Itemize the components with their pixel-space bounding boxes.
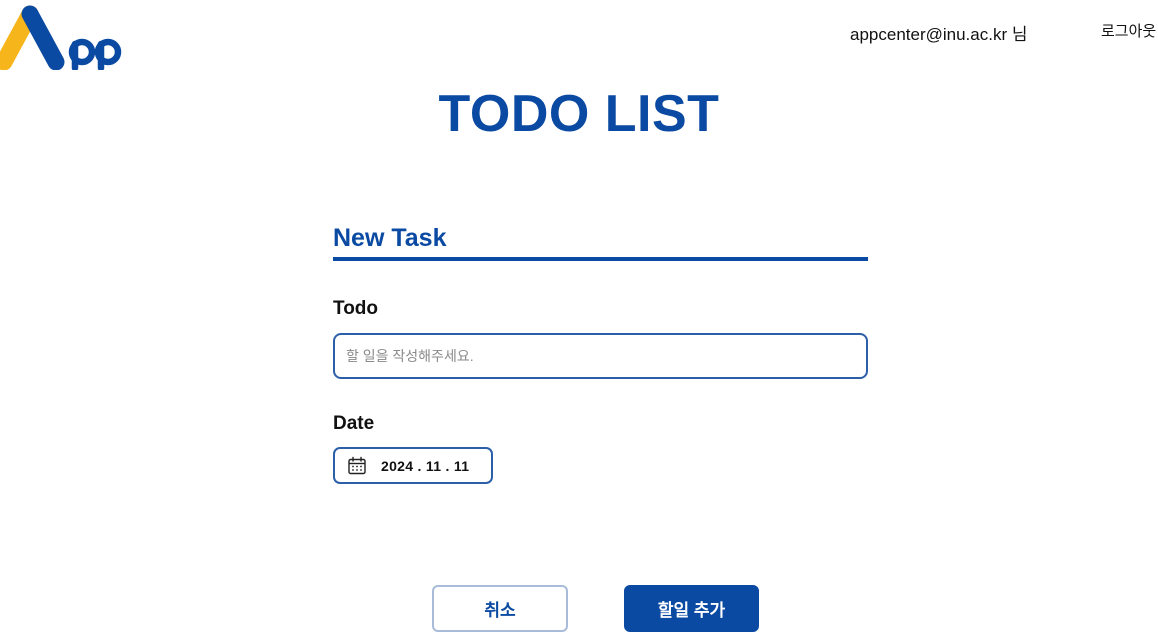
section-title: New Task bbox=[333, 224, 447, 252]
app-logo[interactable] bbox=[0, 4, 125, 70]
section-divider bbox=[333, 257, 868, 261]
page-title: TODO LIST bbox=[438, 85, 720, 143]
cancel-button[interactable]: 취소 bbox=[432, 585, 568, 632]
calendar-icon bbox=[348, 456, 366, 474]
date-picker[interactable]: 2024 . 11 . 11 bbox=[333, 447, 493, 484]
todo-input[interactable] bbox=[333, 333, 868, 379]
date-label: Date bbox=[333, 413, 375, 434]
logout-link[interactable]: 로그아웃 bbox=[1101, 20, 1156, 41]
todo-page: appcenter@inu.ac.kr 님 로그아웃 TODO LIST New… bbox=[0, 0, 1158, 633]
user-email: appcenter@inu.ac.kr 님 bbox=[850, 25, 1028, 44]
add-todo-button[interactable]: 할일 추가 bbox=[624, 585, 759, 632]
date-value: 2024 . 11 . 11 bbox=[381, 457, 470, 474]
todo-label: Todo bbox=[333, 298, 379, 319]
